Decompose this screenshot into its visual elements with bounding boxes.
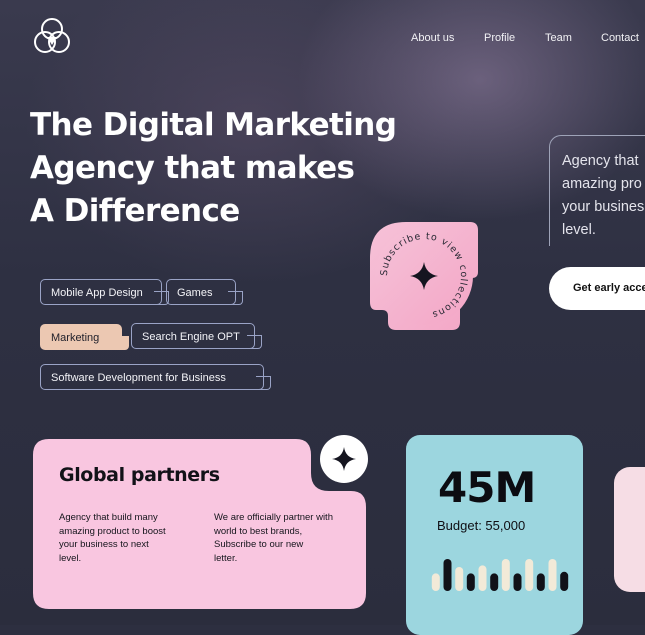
get-early-access-button[interactable]: Get early acce (549, 267, 645, 310)
hero-heading-line: A Difference (30, 193, 240, 229)
budget-bar (501, 559, 510, 591)
global-partners-title: Global partners (59, 464, 220, 486)
hero-heading-line: Agency that makes (30, 150, 355, 186)
global-partners-text-line: your business to next (59, 539, 149, 550)
nav-about-us[interactable]: About us (411, 32, 454, 44)
nav-team[interactable]: Team (545, 32, 572, 44)
four-point-star-icon (332, 447, 356, 471)
agency-description-line: level. (562, 222, 596, 238)
tag-notch (114, 336, 129, 350)
budget-bar (443, 559, 452, 591)
tag-label: Marketing (51, 332, 100, 344)
global-partners-text-left: Agency that build many amazing product t… (59, 511, 166, 565)
budget-bar (478, 565, 487, 591)
global-partners-text-line: We are officially partner with (214, 512, 333, 523)
tag-notch (228, 291, 243, 305)
tag-notch (247, 335, 262, 349)
global-partners-card: Global partners Agency that build many a… (33, 439, 366, 609)
budget-bar (536, 573, 545, 591)
tag-label: Games (177, 287, 213, 299)
global-partners-text-line: world to best brands, (214, 525, 303, 537)
tag-marketing[interactable]: Marketing (40, 324, 129, 350)
budget-bar (560, 571, 569, 591)
tag-software-development[interactable]: Software Development for Business (40, 364, 271, 390)
stats-card: 45M Budget: 55,000 (406, 435, 583, 635)
tag-search-engine-opt[interactable]: Search Engine OPT (131, 323, 262, 349)
global-partners-text-right: We are officially partner with world to … (214, 511, 333, 565)
budget-bar (525, 559, 534, 591)
global-partners-text-line: Subscribe to our new (214, 539, 304, 550)
subscribe-badge[interactable]: Subscribe to view collections (366, 218, 482, 334)
tag-label: Software Development for Business (51, 372, 226, 384)
stats-value: 45M (438, 463, 536, 512)
budget-bar (455, 567, 464, 591)
tag-games[interactable]: Games (166, 279, 243, 305)
global-partners-star-button[interactable] (320, 435, 368, 483)
agency-description: Agency that amazing pro your busines lev… (562, 150, 645, 242)
hero-heading-line: The Digital Marketing (30, 107, 397, 143)
agency-description-line: Agency that (562, 153, 639, 169)
global-partners-text-line: amazing product to boost (59, 525, 166, 537)
tag-label: Search Engine OPT (142, 331, 240, 343)
nav-contact[interactable]: Contact (601, 32, 639, 44)
tag-notch (256, 376, 271, 390)
partial-card (614, 467, 645, 592)
budget-bar (548, 559, 557, 591)
agency-description-line: your busines (562, 199, 645, 215)
hero-heading: The Digital Marketing Agency that makes … (30, 104, 410, 233)
budget-bar (490, 573, 499, 591)
budget-bar (466, 573, 475, 591)
budget-label: Budget: 55,000 (437, 518, 526, 533)
tag-label: Mobile App Design (51, 287, 143, 299)
agency-description-line: amazing pro (562, 176, 642, 192)
global-partners-text-line: letter. (214, 552, 238, 564)
agency-description-card: Agency that amazing pro your busines lev… (549, 135, 645, 246)
budget-bar (431, 573, 440, 591)
global-partners-text-line: level. (59, 552, 82, 564)
top-navigation: About us Profile Team Contact (0, 32, 645, 46)
budget-bar (513, 573, 522, 591)
nav-profile[interactable]: Profile (484, 32, 515, 44)
tag-mobile-app-design[interactable]: Mobile App Design (40, 279, 169, 305)
global-partners-text-line: Agency that build many (59, 512, 158, 523)
budget-bar-chart (431, 559, 569, 591)
